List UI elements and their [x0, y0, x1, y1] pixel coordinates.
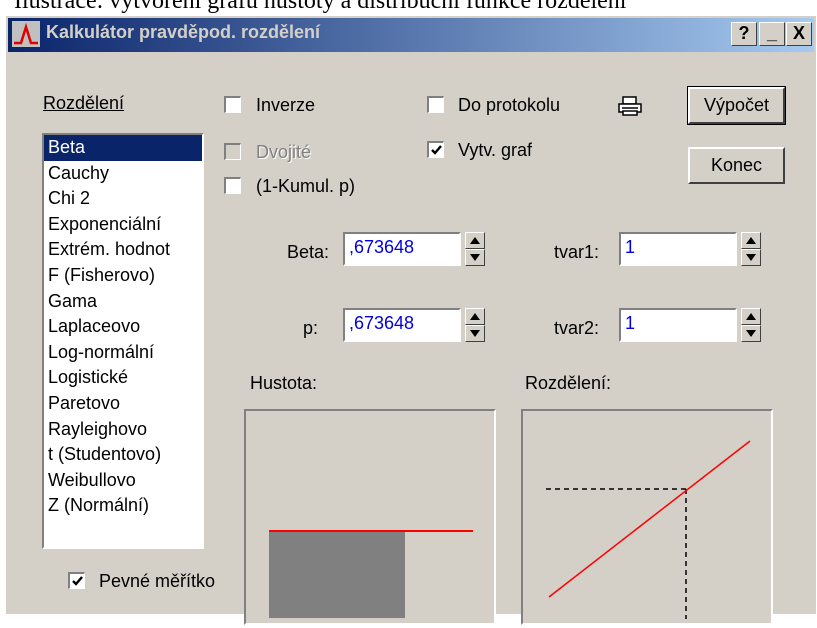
- distribution-list-item[interactable]: Z (Normální): [44, 493, 202, 519]
- checkmark-icon: [431, 145, 442, 155]
- distribution-list-item[interactable]: Logistické: [44, 365, 202, 391]
- compute-button[interactable]: Výpočet: [687, 86, 786, 125]
- beta-spinner[interactable]: [465, 232, 485, 266]
- distribution-list[interactable]: Beta Cauchy Chi 2 Exponenciální Extrém. hodn…: [42, 133, 204, 549]
- distribution-list-item[interactable]: t (Studentovo): [44, 442, 202, 468]
- arrow-up-icon: [746, 237, 756, 244]
- shape2-spinner[interactable]: [741, 308, 761, 342]
- shape1-spinner[interactable]: [741, 232, 761, 266]
- minimize-button[interactable]: _: [759, 22, 785, 46]
- distribution-list-item[interactable]: Log-normální: [44, 340, 202, 366]
- cdf-curve: [548, 440, 751, 598]
- arrow-up-icon: [746, 313, 756, 320]
- distribution-list-item[interactable]: Extrém. hodnot: [44, 237, 202, 263]
- density-area: [269, 532, 405, 618]
- density-graph-label: Hustota:: [250, 373, 318, 393]
- p-spin-down[interactable]: [465, 325, 485, 342]
- distribution-list-item[interactable]: Gama: [44, 289, 202, 315]
- distribution-list-item[interactable]: Laplaceovo: [44, 314, 202, 340]
- beta-spin-down[interactable]: [465, 249, 485, 266]
- to-log-label: Do protokolu: [458, 95, 561, 115]
- inverse-checkbox[interactable]: [224, 96, 241, 113]
- p-input[interactable]: ,673648: [343, 308, 461, 342]
- p-spinner[interactable]: [465, 308, 485, 342]
- help-button[interactable]: ?: [731, 22, 757, 46]
- p-label: p:: [303, 318, 319, 338]
- shape2-spin-down[interactable]: [741, 325, 761, 342]
- double-label: Dvojité: [256, 142, 312, 162]
- arrow-up-icon: [470, 313, 480, 320]
- to-log-checkbox[interactable]: [427, 96, 444, 113]
- shape2-input[interactable]: 1: [619, 308, 737, 342]
- arrow-down-icon: [746, 330, 756, 337]
- distribution-list-label: Rozdělení: [43, 93, 125, 113]
- p-spin-up[interactable]: [465, 308, 485, 325]
- arrow-down-icon: [746, 254, 756, 261]
- fixed-scale-checkbox[interactable]: [68, 572, 85, 589]
- title-bar[interactable]: Kalkulátor pravděpod. rozdělení ? _ X: [8, 18, 814, 52]
- inverse-label: Inverze: [256, 95, 316, 115]
- beta-label: Beta:: [287, 242, 330, 262]
- distribution-curve-icon: [12, 21, 40, 47]
- shape1-label: tvar1:: [554, 242, 600, 262]
- checkmark-icon: [72, 576, 83, 586]
- distribution-plot: [546, 440, 751, 619]
- distribution-list-item[interactable]: Cauchy: [44, 161, 202, 187]
- distribution-list-item[interactable]: Weibullovo: [44, 468, 202, 494]
- beta-spin-up[interactable]: [465, 232, 485, 249]
- fixed-scale-label: Pevné měřítko: [99, 571, 216, 591]
- distribution-list-item[interactable]: F (Fisherovo): [44, 263, 202, 289]
- arrow-down-icon: [470, 254, 480, 261]
- close-window-button[interactable]: X: [786, 22, 812, 46]
- create-graph-checkbox[interactable]: [427, 141, 444, 158]
- distribution-list-item[interactable]: Exponenciální: [44, 212, 202, 238]
- window-title: Kalkulátor pravděpod. rozdělení: [46, 22, 321, 42]
- shape2-spin-up[interactable]: [741, 308, 761, 325]
- distribution-list-item[interactable]: Paretovo: [44, 391, 202, 417]
- beta-input[interactable]: ,673648: [343, 232, 461, 266]
- distribution-graph: [521, 409, 773, 625]
- shape1-input[interactable]: 1: [619, 232, 737, 266]
- cumulative-label: (1-Kumul. p): [256, 176, 356, 196]
- shape1-spin-down[interactable]: [741, 249, 761, 266]
- close-button[interactable]: Konec: [688, 147, 785, 184]
- cumulative-checkbox[interactable]: [224, 177, 241, 194]
- distribution-list-item[interactable]: Rayleighovo: [44, 417, 202, 443]
- density-plot: [269, 530, 473, 618]
- double-checkbox[interactable]: [224, 143, 241, 160]
- printer-icon[interactable]: [618, 96, 642, 116]
- distribution-list-item[interactable]: Beta: [44, 135, 202, 161]
- shape2-label: tvar2:: [554, 318, 600, 338]
- calculator-dialog: Kalkulátor pravděpod. rozdělení ? _ X Ro…: [5, 15, 816, 625]
- distribution-graph-label: Rozdělení:: [525, 373, 612, 393]
- distribution-list-item[interactable]: Chi 2: [44, 186, 202, 212]
- create-graph-label: Vytv. graf: [458, 140, 533, 160]
- density-graph: [244, 409, 496, 625]
- arrow-up-icon: [470, 237, 480, 244]
- shape1-spin-up[interactable]: [741, 232, 761, 249]
- arrow-down-icon: [470, 330, 480, 337]
- document-heading: Ilustrace: vytvoření grafu hustoty a dis…: [14, 0, 627, 14]
